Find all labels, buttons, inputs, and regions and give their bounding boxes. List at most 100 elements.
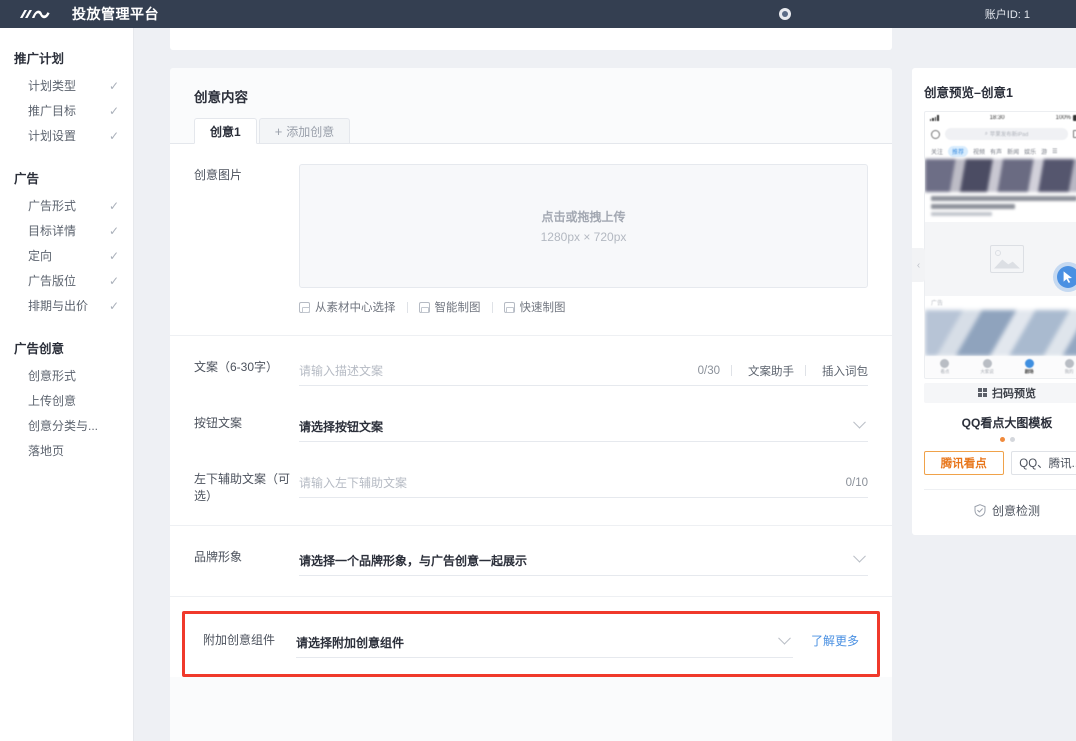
image-placeholder-icon — [990, 244, 1024, 273]
phone-search-input[interactable]: ⌕ 苹果发布新iPad — [945, 128, 1068, 140]
aux-copy-counter: 0/10 — [845, 476, 868, 489]
smart-design-button[interactable]: 智能制图 — [418, 299, 481, 315]
sidebar-item-label: 推广目标 — [28, 104, 77, 118]
action-label: 快速制图 — [519, 302, 566, 314]
status-time: 18:30 — [989, 115, 1005, 121]
insert-wordpack-button[interactable]: 插入词包 — [817, 363, 868, 379]
phone-tab-follow[interactable]: 关注 — [931, 147, 943, 156]
carousel-dot-active[interactable] — [999, 436, 1005, 442]
tabbar-label: 我的 — [1064, 368, 1074, 374]
chip-tencent-kandian[interactable]: 腾讯看点 — [924, 450, 1004, 475]
select-from-material-center-button[interactable]: 从素材中心选择 — [299, 299, 396, 315]
sidebar-item-ad-placement[interactable]: 广告版位 ✓ — [0, 268, 133, 293]
creative-tabs: 创意1 + 添加创意 — [194, 118, 868, 144]
button-copy-label: 按钮文案 — [194, 416, 243, 430]
divider — [924, 488, 1076, 490]
sidebar-item-schedule-bid[interactable]: 排期与出价 ✓ — [0, 293, 133, 318]
hamburger-menu-icon[interactable]: ☰ — [1052, 148, 1057, 155]
quick-design-button[interactable]: 快速制图 — [503, 299, 566, 315]
tab-creative-1[interactable]: 创意1 — [194, 118, 257, 144]
phone-tab-audio[interactable]: 有声 — [990, 147, 1002, 156]
tabbar-item-kandian[interactable]: 看点 — [940, 358, 950, 375]
phone-tab-game[interactable]: 游 — [1041, 147, 1047, 156]
kandian-icon — [940, 358, 950, 368]
tabbar-item-community[interactable]: 大家说 — [980, 358, 994, 375]
addon-value: 请选择附加创意组件 — [296, 636, 405, 650]
profile-icon[interactable] — [931, 129, 940, 139]
image-upload-dropzone[interactable]: 点击或拖拽上传 1280px × 720px — [299, 164, 868, 288]
image-upload-actions: 从素材中心选择 智能制图 快速制图 — [299, 299, 868, 315]
feed-meta-line — [931, 212, 992, 216]
button-copy-select[interactable]: 请选择按钮文案 — [299, 412, 868, 442]
copy-assistant-button[interactable]: 文案助手 — [743, 363, 794, 379]
sidebar-item-upload-creative[interactable]: 上传创意 — [0, 388, 133, 413]
check-icon: ✓ — [108, 273, 119, 288]
copy-input-line: 0/30 文案助手 插入词包 — [299, 356, 868, 386]
creative-panel: 创意图片 点击或拖拽上传 1280px × 720px 从素材中心选择 智能制图… — [170, 143, 892, 677]
chip-qq-tencent[interactable]: QQ、腾讯... — [1010, 450, 1076, 475]
tabbar-label: 剧场 — [1024, 368, 1034, 374]
aux-copy-input[interactable] — [299, 475, 836, 490]
copy-row: 文案（6-30字） 0/30 文案助手 — [194, 356, 868, 386]
brand-value: 请选择一个品牌形象，与广告创意一起展示 — [299, 554, 528, 568]
phone-tab-entertainment[interactable]: 娱乐 — [1024, 147, 1036, 156]
card-header: 创意内容 创意1 + 添加创意 — [170, 68, 892, 144]
divider — [406, 301, 408, 313]
copy-label: 文案（6-30字） — [194, 360, 279, 374]
phone-nav-tabs: 关注 推荐 视频 有声 新闻 娱乐 游 ☰ — [925, 144, 1076, 159]
sidebar-item-plan-type[interactable]: 计划类型 ✓ — [0, 73, 133, 98]
account-id: 账户ID: 1 — [984, 9, 1030, 21]
brand-row: 品牌形象 请选择一个品牌形象，与广告创意一起展示 — [194, 546, 868, 576]
sidebar-item-landing-page[interactable]: 落地页 — [0, 438, 133, 463]
feed-text-line — [931, 196, 1076, 201]
sidebar-item-plan-settings[interactable]: 计划设置 ✓ — [0, 123, 133, 148]
phone-search-row: ⌕ 苹果发布新iPad — [925, 124, 1076, 144]
phone-tab-news[interactable]: 新闻 — [1007, 147, 1019, 156]
carousel-dot[interactable] — [1009, 436, 1015, 442]
preview-prev-arrow[interactable]: ‹ — [912, 248, 925, 282]
wave-logo-icon — [20, 10, 50, 19]
brand-select[interactable]: 请选择一个品牌形象，与广告创意一起展示 — [299, 546, 868, 576]
sidebar-item-promotion-goal[interactable]: 推广目标 ✓ — [0, 98, 133, 123]
scan-preview-button[interactable]: 扫码预览 — [924, 382, 1076, 403]
learn-more-link[interactable]: 了解更多 — [811, 628, 859, 649]
tabbar-label: 大家说 — [980, 368, 994, 374]
chip-label: QQ、腾讯... — [1019, 457, 1076, 470]
addon-select[interactable]: 请选择附加创意组件 — [296, 628, 793, 658]
sidebar-item-creative-category[interactable]: 创意分类与... — [0, 413, 133, 438]
sidebar-item-label: 落地页 — [28, 444, 65, 458]
sidebar-item-label: 定向 — [28, 249, 53, 263]
tabbar-item-mine[interactable]: 我的 — [1064, 358, 1074, 375]
nav-group-creative: 广告创意 创意形式 上传创意 创意分类与... 落地页 — [0, 332, 133, 463]
phone-tabbar: 看点 大家说 剧场 我的 — [925, 355, 1076, 378]
avatar[interactable] — [778, 8, 791, 20]
logo[interactable] — [0, 7, 72, 21]
sidebar-item-ad-format[interactable]: 广告形式 ✓ — [0, 193, 133, 218]
phone-tab-video[interactable]: 视频 — [973, 147, 985, 156]
chip-label: 腾讯看点 — [940, 457, 987, 470]
chevron-down-icon — [778, 631, 791, 645]
feed-thumbnail — [925, 159, 1076, 192]
creative-check-button[interactable]: 创意检测 — [924, 502, 1076, 519]
copy-counter: 0/30 — [697, 364, 720, 377]
preview-title: 创意预览–创意1 — [924, 86, 1013, 100]
aux-copy-row: 左下辅助文案（可选） 0/10 — [194, 468, 868, 505]
sidebar-item-target-detail[interactable]: 目标详情 ✓ — [0, 218, 133, 243]
quick-design-icon — [503, 301, 515, 313]
redacted-text — [887, 10, 931, 19]
cursor-indicator-icon — [1057, 265, 1076, 288]
material-center-icon — [299, 301, 310, 313]
aux-copy-label: 左下辅助文案（可选） — [194, 472, 291, 503]
check-icon: ✓ — [108, 223, 119, 238]
redacted-text — [797, 10, 821, 19]
sidebar-item-creative-format[interactable]: 创意形式 — [0, 363, 133, 388]
sidebar-item-targeting[interactable]: 定向 ✓ — [0, 243, 133, 268]
check-icon: ✓ — [108, 298, 119, 313]
brand-section: 品牌形象 请选择一个品牌形象，与广告创意一起展示 — [170, 526, 892, 597]
phone-tab-recommend[interactable]: 推荐 — [948, 146, 969, 157]
copy-input[interactable] — [299, 363, 688, 378]
add-creative-button[interactable]: + 添加创意 — [258, 118, 351, 144]
theater-icon — [1024, 358, 1034, 368]
check-icon: ✓ — [108, 103, 119, 118]
tabbar-item-theater[interactable]: 剧场 — [1024, 358, 1034, 375]
